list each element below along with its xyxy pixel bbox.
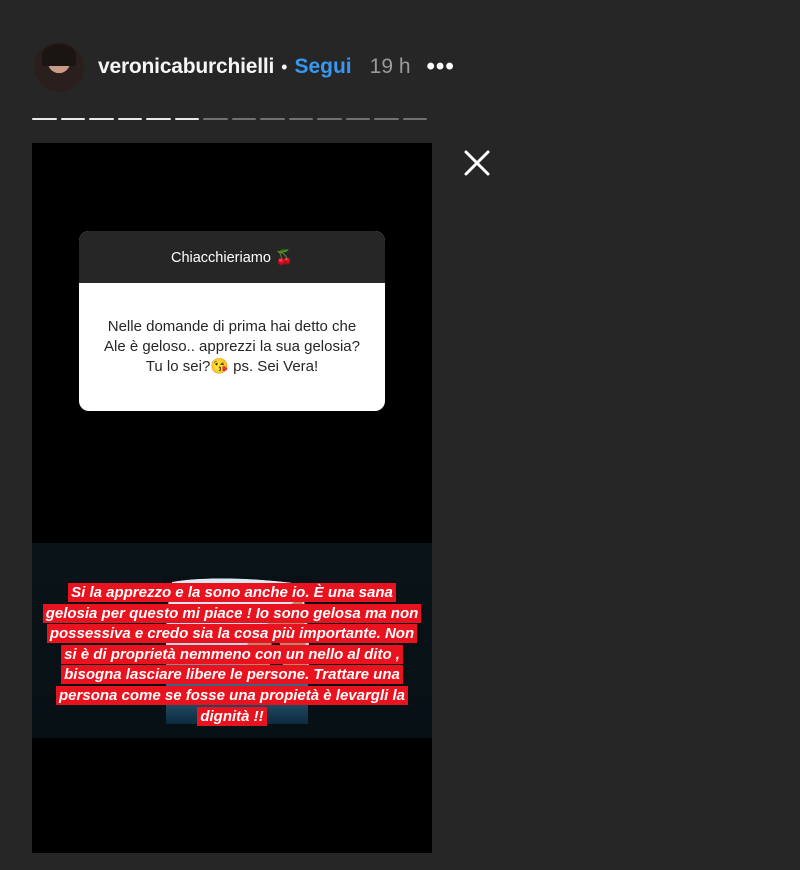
progress-segment [345,118,370,120]
follow-button[interactable]: Segui [294,55,351,79]
story-frame[interactable]: Chiacchieriamo 🍒 Nelle domande di prima … [32,143,432,853]
progress-segment [317,118,342,120]
story-header: veronicaburchielli • Segui 19 h ••• [34,40,494,94]
timestamp: 19 h [369,55,411,78]
progress-segment [117,118,142,120]
progress-segment [60,118,85,120]
close-icon[interactable] [460,146,494,180]
avatar[interactable] [34,42,84,92]
question-text: Nelle domande di prima hai detto che Ale… [104,318,360,375]
answer-text: Si la apprezzo e la sono anche io. È una… [42,583,422,727]
question-sticker-title: Chiacchieriamo 🍒 [79,231,385,283]
progress-segment [174,118,199,120]
progress-segment [374,118,399,120]
progress-segment [32,118,57,120]
story-progress-bar [32,118,427,121]
progress-segment [402,118,427,120]
username[interactable]: veronicaburchielli [98,55,274,79]
progress-segment [146,118,171,120]
progress-segment [231,118,256,120]
progress-segment [288,118,313,120]
progress-segment [89,118,114,120]
progress-segment [203,118,228,120]
answer-highlight: Si la apprezzo e la sono anche io. È una… [42,583,422,726]
more-icon[interactable]: ••• [427,55,455,79]
progress-segment [260,118,285,120]
separator-dot: • [281,56,288,77]
question-sticker: Chiacchieriamo 🍒 Nelle domande di prima … [79,231,385,411]
